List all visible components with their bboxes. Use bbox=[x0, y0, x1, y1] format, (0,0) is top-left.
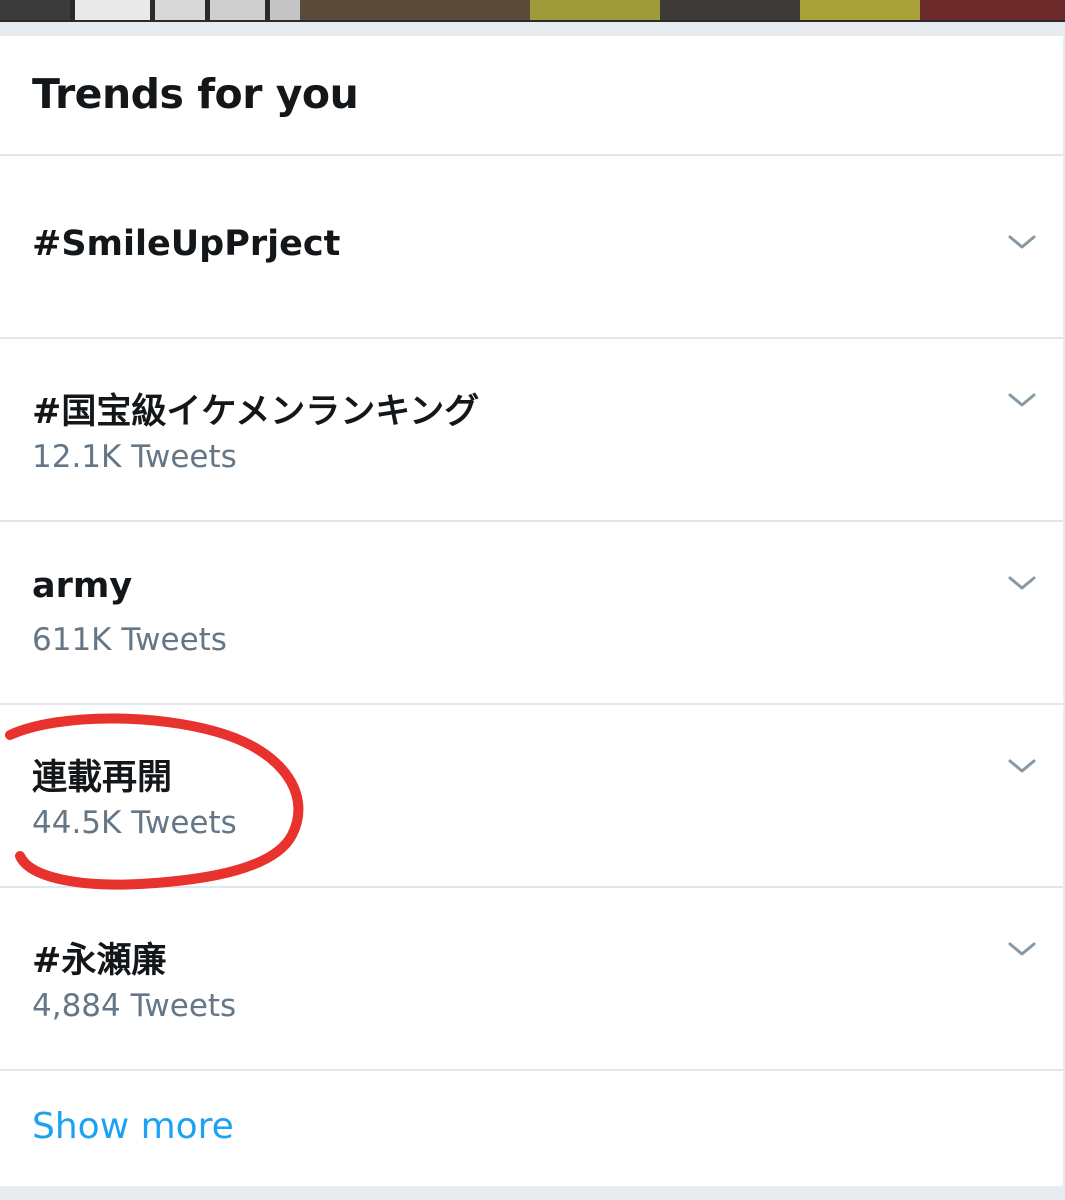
section-gap bbox=[0, 22, 1065, 36]
trend-item[interactable]: #SmileUpPrject bbox=[0, 156, 1063, 339]
trend-name: 連載再開 bbox=[32, 758, 173, 798]
trend-tweet-count: 44.5K Tweets bbox=[32, 805, 237, 841]
trend-name: #国宝級イケメンランキング bbox=[32, 392, 480, 432]
chevron-down-icon[interactable] bbox=[1007, 573, 1037, 593]
chevron-down-icon[interactable] bbox=[1007, 756, 1037, 776]
chevron-down-icon[interactable] bbox=[1007, 232, 1037, 252]
trend-name: #SmileUpPrject bbox=[32, 224, 341, 264]
trend-name: army bbox=[32, 566, 133, 606]
trend-tweet-count: 12.1K Tweets bbox=[32, 439, 237, 475]
trend-tweet-count: 4,884 Tweets bbox=[32, 988, 237, 1024]
trend-tweet-count: 611K Tweets bbox=[32, 622, 227, 658]
trend-item[interactable]: army 611K Tweets bbox=[0, 522, 1063, 705]
trend-name: #永瀬廉 bbox=[32, 941, 167, 981]
trends-panel: Trends for you #SmileUpPrject #国宝級イケメンラン… bbox=[0, 36, 1065, 1186]
screen: Trends for you #SmileUpPrject #国宝級イケメンラン… bbox=[0, 0, 1065, 1200]
trends-header: Trends for you bbox=[0, 36, 1063, 156]
trend-item[interactable]: #国宝級イケメンランキング 12.1K Tweets bbox=[0, 339, 1063, 522]
show-more-link[interactable]: Show more bbox=[32, 1106, 234, 1147]
page-title: Trends for you bbox=[32, 70, 359, 118]
cropped-image-strip bbox=[0, 0, 1065, 22]
trend-item[interactable]: 連載再開 44.5K Tweets bbox=[0, 705, 1063, 888]
trend-item[interactable]: #永瀬廉 4,884 Tweets bbox=[0, 888, 1063, 1071]
chevron-down-icon[interactable] bbox=[1007, 390, 1037, 410]
chevron-down-icon[interactable] bbox=[1007, 939, 1037, 959]
